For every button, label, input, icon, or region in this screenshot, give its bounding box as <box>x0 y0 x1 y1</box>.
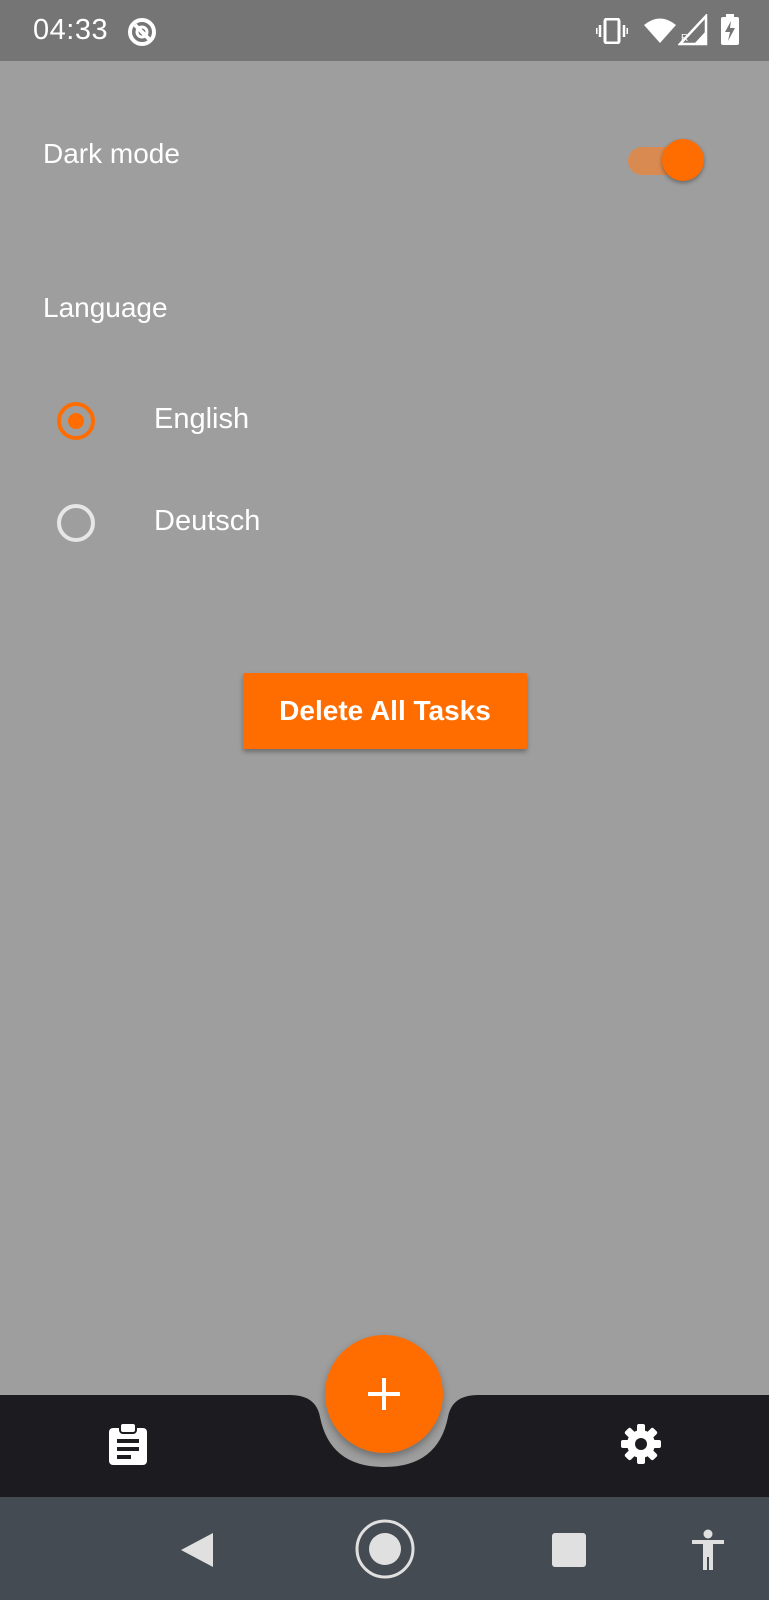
radio-unselected[interactable] <box>57 504 95 542</box>
language-option-english[interactable]: English <box>0 381 769 461</box>
status-bar: 04:33 R <box>0 0 769 61</box>
status-time: 04:33 <box>33 14 109 46</box>
recents-icon[interactable] <box>552 1533 586 1567</box>
toggle-thumb <box>662 139 704 181</box>
signal-icon: R <box>678 14 708 46</box>
radio-selected[interactable] <box>57 402 95 440</box>
accessibility-icon[interactable] <box>690 1529 726 1571</box>
wifi-icon <box>644 18 676 43</box>
vibrate-icon <box>596 18 628 44</box>
dark-mode-toggle[interactable] <box>628 137 706 185</box>
plus-icon <box>368 1378 400 1410</box>
battery-charging-icon <box>721 14 739 45</box>
add-task-fab[interactable] <box>325 1335 443 1453</box>
clipboard-list-icon[interactable] <box>107 1422 149 1466</box>
home-icon[interactable] <box>354 1518 416 1580</box>
language-label: Language <box>43 292 168 323</box>
language-option-label: Deutsch <box>154 505 261 537</box>
svg-text:R: R <box>681 33 688 44</box>
dark-mode-label: Dark mode <box>43 138 180 169</box>
delete-all-tasks-button[interactable]: Delete All Tasks <box>243 673 527 749</box>
system-navigation-bar <box>0 1497 769 1600</box>
back-icon[interactable] <box>179 1531 215 1569</box>
settings-gear-icon[interactable] <box>619 1422 663 1466</box>
at-sign-icon <box>128 18 156 46</box>
language-option-label: English <box>154 403 250 435</box>
language-option-deutsch[interactable]: Deutsch <box>0 483 769 563</box>
